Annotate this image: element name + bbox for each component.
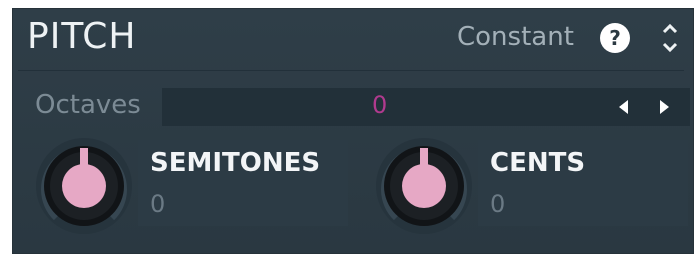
- section-title: PITCH: [27, 16, 137, 57]
- cents-panel: CENTS 0: [478, 140, 688, 226]
- octaves-value: 0: [372, 91, 388, 119]
- semitones-panel: SEMITONES 0: [138, 140, 348, 226]
- semitones-value[interactable]: 0: [150, 190, 165, 218]
- up-down-arrows-icon[interactable]: [660, 20, 680, 56]
- pitch-panel: PITCH Constant ? Octaves 0 SEMITONES 0 C…: [12, 8, 694, 254]
- header-divider: [18, 70, 684, 71]
- arrow-right-icon[interactable]: [656, 99, 672, 115]
- mode-selector[interactable]: Constant: [457, 22, 574, 52]
- octaves-label: Octaves: [35, 90, 141, 120]
- cents-value[interactable]: 0: [490, 190, 505, 218]
- arrow-left-icon[interactable]: [616, 99, 632, 115]
- cents-knob[interactable]: [374, 136, 474, 236]
- semitones-knob[interactable]: [34, 136, 134, 236]
- octaves-slider[interactable]: 0: [162, 88, 690, 126]
- help-icon[interactable]: ?: [600, 23, 630, 53]
- semitones-label: SEMITONES: [150, 148, 321, 178]
- cents-label: CENTS: [490, 148, 586, 178]
